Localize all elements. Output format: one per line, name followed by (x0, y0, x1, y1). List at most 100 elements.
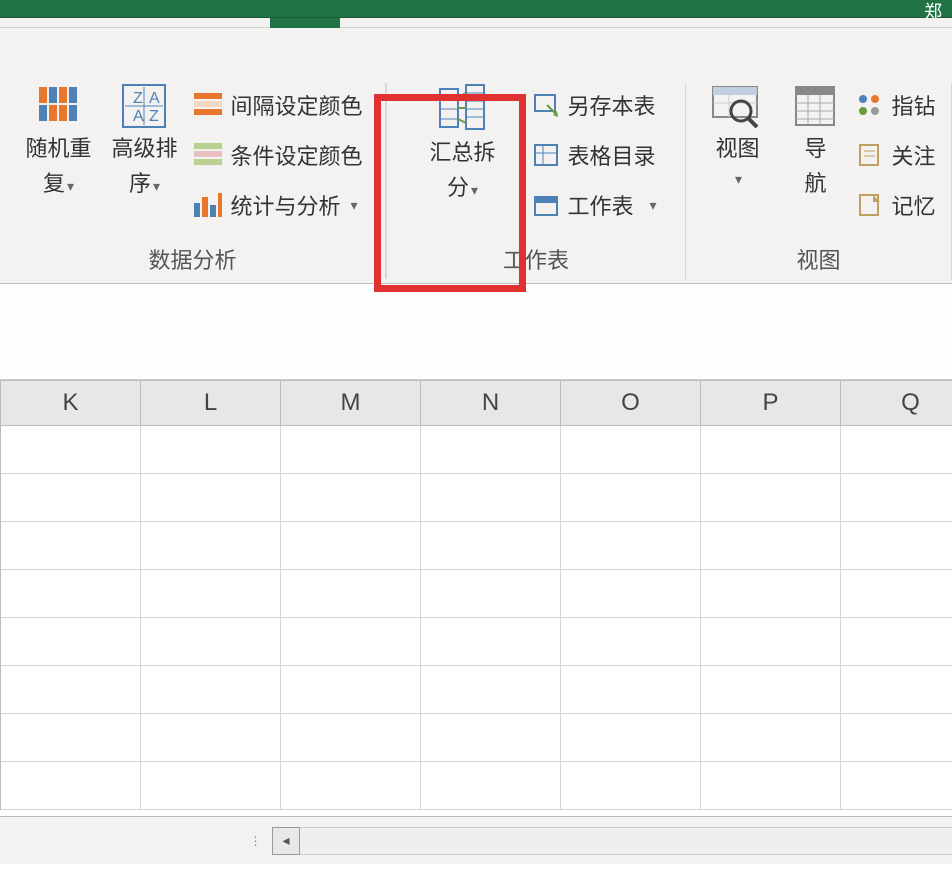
cell[interactable] (421, 426, 561, 474)
spreadsheet-grid[interactable]: KLMNOPQ (0, 380, 952, 810)
cell[interactable] (421, 762, 561, 810)
sort-icon: Z A A Z (121, 83, 167, 129)
cell[interactable] (561, 426, 701, 474)
cell[interactable] (561, 522, 701, 570)
random-repeat-label-1: 随机重 (25, 135, 91, 164)
scroll-left-button[interactable]: ◂ (272, 827, 300, 855)
cell[interactable] (1, 618, 141, 666)
cell[interactable] (1, 522, 141, 570)
save-as-icon (533, 93, 559, 117)
cell[interactable] (1, 474, 141, 522)
cell[interactable] (1, 570, 141, 618)
cell[interactable] (141, 570, 281, 618)
condition-color-button[interactable]: 条件设定颜色 (194, 133, 362, 177)
cell[interactable] (561, 570, 701, 618)
nav-icon (792, 83, 838, 129)
pointer-button[interactable]: 指钻 (857, 83, 935, 127)
cell[interactable] (281, 522, 421, 570)
cell[interactable] (701, 426, 841, 474)
cell[interactable] (421, 570, 561, 618)
cell[interactable] (1, 762, 141, 810)
column-header-M[interactable]: M (281, 381, 421, 425)
attention-button[interactable]: 关注 (857, 133, 935, 177)
stats-analysis-button[interactable]: 统计与分析 ▾ (194, 183, 362, 227)
cell[interactable] (281, 714, 421, 762)
table-contents-button[interactable]: 表格目录 (533, 133, 656, 177)
grid-row (0, 522, 952, 570)
summary-split-label-2: 分 (447, 175, 469, 200)
interval-color-button[interactable]: 间隔设定颜色 (194, 83, 362, 127)
tab-resize-handle[interactable]: ⋮ (240, 834, 272, 848)
interval-color-icon (194, 93, 222, 117)
cell[interactable] (141, 618, 281, 666)
navigation-button[interactable]: 导 航 (787, 83, 843, 233)
column-header-K[interactable]: K (1, 381, 141, 425)
ribbon: 随机重 复▾ Z A A Z 高级排 序▾ (0, 28, 952, 284)
cell[interactable] (421, 714, 561, 762)
stats-analysis-label: 统计与分析 (230, 189, 340, 221)
cell[interactable] (841, 426, 952, 474)
grid-row (0, 762, 952, 810)
cell[interactable] (141, 426, 281, 474)
cell[interactable] (701, 522, 841, 570)
cell[interactable] (141, 474, 281, 522)
cell[interactable] (841, 522, 952, 570)
cell[interactable] (281, 618, 421, 666)
advanced-sort-label-1: 高级排 (111, 135, 177, 164)
column-header-P[interactable]: P (701, 381, 841, 425)
cell[interactable] (421, 474, 561, 522)
cell[interactable] (561, 666, 701, 714)
cell[interactable] (1, 666, 141, 714)
record-button[interactable]: 记忆 (857, 183, 935, 227)
advanced-sort-button[interactable]: Z A A Z 高级排 序▾ (108, 83, 180, 233)
cell[interactable] (1, 714, 141, 762)
record-icon (857, 193, 883, 217)
cell[interactable] (841, 762, 952, 810)
cell[interactable] (141, 714, 281, 762)
view-button[interactable]: 视图 ▾ (701, 83, 773, 233)
cell[interactable] (701, 618, 841, 666)
cell[interactable] (841, 666, 952, 714)
cell[interactable] (421, 522, 561, 570)
svg-text:A: A (133, 108, 144, 125)
cell[interactable] (561, 762, 701, 810)
column-header-Q[interactable]: Q (841, 381, 952, 425)
cell[interactable] (141, 522, 281, 570)
save-as-table-button[interactable]: 另存本表 (533, 83, 656, 127)
cell[interactable] (421, 666, 561, 714)
horizontal-scrollbar[interactable] (300, 827, 952, 855)
cell[interactable] (281, 666, 421, 714)
column-header-N[interactable]: N (421, 381, 561, 425)
worksheet-button[interactable]: 工作表 ▾ (533, 183, 656, 227)
cell[interactable] (701, 666, 841, 714)
column-header-O[interactable]: O (561, 381, 701, 425)
random-repeat-button[interactable]: 随机重 复▾ (22, 83, 94, 233)
cell[interactable] (701, 570, 841, 618)
cell[interactable] (841, 618, 952, 666)
cell[interactable] (701, 714, 841, 762)
chevron-down-icon: ▾ (351, 197, 358, 214)
cell[interactable] (141, 762, 281, 810)
cell[interactable] (281, 474, 421, 522)
cell[interactable] (561, 474, 701, 522)
cell[interactable] (841, 474, 952, 522)
summary-split-button[interactable]: 汇总拆 分▾ (415, 83, 509, 233)
column-headers-row: KLMNOPQ (0, 380, 952, 426)
cell[interactable] (141, 666, 281, 714)
cell[interactable] (701, 762, 841, 810)
cell[interactable] (561, 714, 701, 762)
cell[interactable] (281, 762, 421, 810)
cell[interactable] (281, 426, 421, 474)
grid-row (0, 666, 952, 714)
cell[interactable] (1, 426, 141, 474)
worksheet-label: 工作表 (567, 189, 633, 221)
cell[interactable] (841, 714, 952, 762)
cell[interactable] (561, 618, 701, 666)
column-header-L[interactable]: L (141, 381, 281, 425)
contents-icon (533, 143, 559, 167)
cell[interactable] (281, 570, 421, 618)
cell[interactable] (701, 474, 841, 522)
cell[interactable] (421, 618, 561, 666)
cell[interactable] (841, 570, 952, 618)
view-icon (711, 83, 763, 129)
